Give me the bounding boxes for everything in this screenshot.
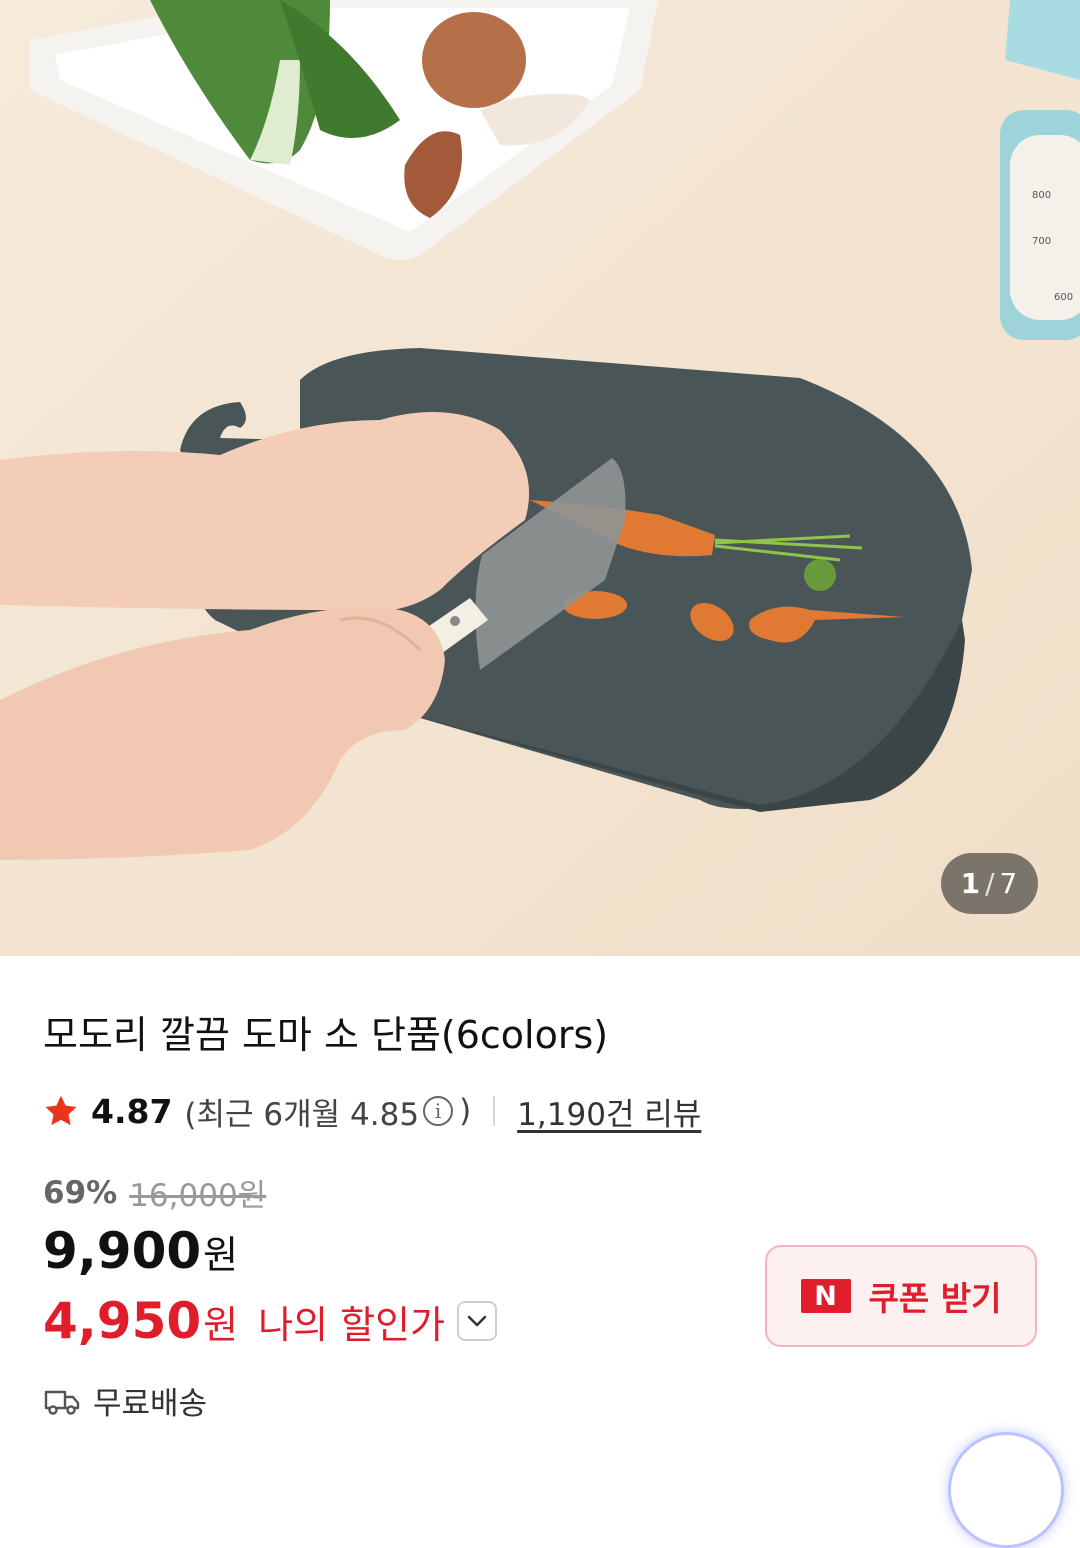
scale-tick-600: 600 bbox=[1054, 292, 1073, 303]
expand-my-price-button[interactable] bbox=[457, 1301, 498, 1341]
original-price-row: 69% 16,000원 bbox=[43, 1170, 266, 1215]
product-photo: 800 700 600 bbox=[0, 0, 1080, 956]
image-counter-separator: / bbox=[985, 867, 996, 900]
my-price-currency: 원 bbox=[203, 1302, 239, 1347]
n-logo-icon: N bbox=[800, 1279, 851, 1313]
star-icon bbox=[45, 1095, 77, 1126]
review-count-link[interactable]: 1,190건 리뷰 bbox=[517, 1089, 701, 1134]
image-counter-current: 1 bbox=[960, 867, 982, 900]
scale-tick-700: 700 bbox=[1032, 236, 1051, 247]
product-image-gallery[interactable]: 800 700 600 1 / 7 bbox=[0, 0, 1080, 956]
discount-rate: 69% bbox=[43, 1174, 118, 1211]
recent-rating: (최근 6개월 4.85 i ) bbox=[184, 1089, 471, 1134]
floating-action-button[interactable] bbox=[948, 1432, 1064, 1548]
my-price-label: 나의 할인가 bbox=[258, 1302, 446, 1347]
divider bbox=[493, 1096, 496, 1126]
shipping-label: 무료배송 bbox=[93, 1386, 208, 1422]
sale-price-currency: 원 bbox=[203, 1233, 239, 1277]
rating-row: 4.87 (최근 6개월 4.85 i ) 1,190건 리뷰 bbox=[43, 1088, 701, 1134]
info-icon[interactable]: i bbox=[423, 1096, 454, 1126]
product-title: 모도리 깔끔 도마 소 단품(6colors) bbox=[43, 1013, 609, 1057]
get-coupon-button[interactable]: N 쿠폰 받기 bbox=[765, 1245, 1037, 1347]
coupon-label: 쿠폰 받기 bbox=[868, 1279, 1002, 1318]
chevron-down-icon bbox=[467, 1315, 487, 1327]
my-discount-price[interactable]: 4,950 원 나의 할인가 bbox=[43, 1292, 498, 1350]
my-price-value: 4,950 bbox=[43, 1292, 202, 1350]
recent-rating-close: ) bbox=[459, 1093, 472, 1129]
image-counter-total: 7 bbox=[999, 867, 1019, 900]
original-price: 16,000원 bbox=[129, 1178, 267, 1214]
image-counter: 1 / 7 bbox=[941, 853, 1038, 914]
sale-price-value: 9,900 bbox=[43, 1222, 202, 1280]
sale-price: 9,900 원 bbox=[43, 1222, 238, 1280]
scale-tick-800: 800 bbox=[1032, 190, 1051, 201]
shipping-info: 무료배송 bbox=[43, 1378, 207, 1423]
recent-rating-text: (최근 6개월 4.85 bbox=[184, 1096, 420, 1133]
rating-score: 4.87 bbox=[91, 1091, 173, 1131]
truck-icon bbox=[44, 1390, 80, 1415]
